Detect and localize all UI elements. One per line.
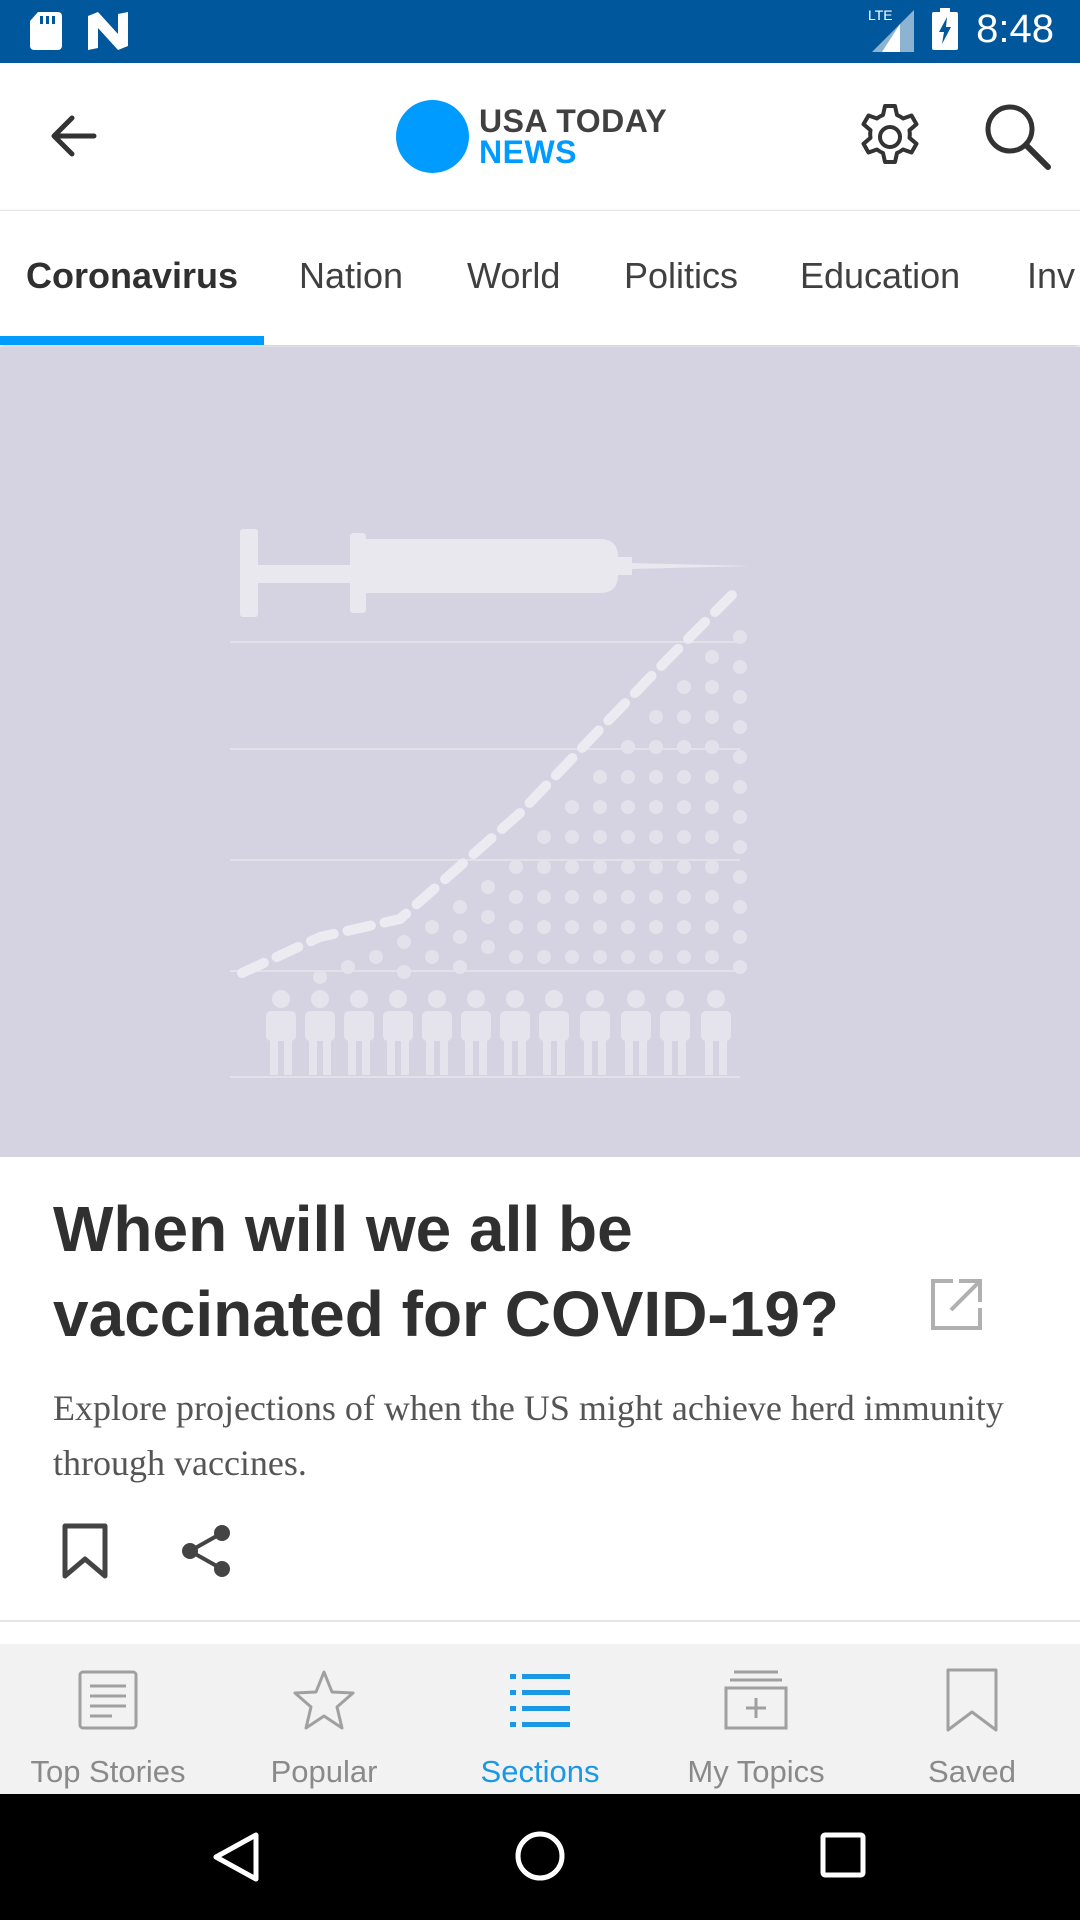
tab-world[interactable]: World bbox=[467, 211, 560, 345]
section-tabs: Coronavirus Nation World Politics Educat… bbox=[0, 210, 1080, 345]
list-icon bbox=[510, 1674, 570, 1727]
tab-education[interactable]: Education bbox=[800, 211, 960, 345]
tab-nation[interactable]: Nation bbox=[299, 211, 403, 345]
sd-card-icon bbox=[30, 12, 62, 50]
tab-label: Coronavirus bbox=[26, 255, 239, 296]
nav-top-stories[interactable]: Top Stories bbox=[0, 1644, 216, 1794]
system-navigation-bar bbox=[0, 1794, 1080, 1920]
bottom-navigation: Top Stories Popular Sections My Topics S… bbox=[0, 1644, 1080, 1794]
nav-my-topics[interactable]: My Topics bbox=[648, 1644, 864, 1794]
active-tab-indicator bbox=[0, 336, 265, 345]
article-card[interactable]: When will we all be vaccinated for COVID… bbox=[0, 1157, 1080, 1621]
nav-label: Saved bbox=[928, 1754, 1016, 1789]
tab-label: Politics bbox=[624, 255, 739, 296]
signal-lte-icon: LTE bbox=[868, 7, 915, 52]
n-notification-icon bbox=[88, 12, 128, 50]
tab-label: Inv bbox=[1027, 255, 1076, 296]
article-hero-image[interactable] bbox=[0, 347, 1080, 1157]
tab-label: Nation bbox=[299, 255, 404, 296]
logo-line1: USA TODAY bbox=[479, 102, 668, 139]
search-icon[interactable] bbox=[980, 99, 1052, 171]
topics-add-icon bbox=[724, 1670, 788, 1730]
battery-charging-icon bbox=[932, 8, 959, 50]
tab-label: Education bbox=[800, 255, 961, 296]
tab-coronavirus[interactable]: Coronavirus bbox=[0, 211, 265, 345]
logo-line2: NEWS bbox=[479, 133, 577, 170]
nav-label: Top Stories bbox=[30, 1754, 186, 1789]
tab-label: World bbox=[467, 255, 561, 296]
system-recents-icon[interactable] bbox=[820, 1832, 866, 1878]
newspaper-icon bbox=[78, 1670, 138, 1730]
tab-investigations[interactable]: Inv bbox=[1027, 211, 1075, 345]
system-home-icon[interactable] bbox=[514, 1830, 566, 1882]
settings-gear-icon[interactable] bbox=[855, 102, 925, 172]
share-icon[interactable] bbox=[178, 1523, 234, 1579]
status-bar: LTE 8:48 bbox=[0, 0, 1080, 63]
nav-label: My Topics bbox=[687, 1754, 825, 1789]
external-link-icon bbox=[931, 1279, 982, 1330]
system-back-icon[interactable] bbox=[212, 1831, 260, 1883]
nav-label: Sections bbox=[480, 1754, 600, 1789]
vaccine-chart-illustration bbox=[230, 529, 750, 1078]
lte-text: LTE bbox=[868, 7, 893, 23]
nav-saved[interactable]: Saved bbox=[864, 1644, 1080, 1794]
nav-popular[interactable]: Popular bbox=[216, 1644, 432, 1794]
star-icon bbox=[293, 1670, 355, 1730]
nav-label: Popular bbox=[270, 1754, 378, 1789]
app-logo: USA TODAY NEWS bbox=[396, 100, 667, 173]
clock: 8:48 bbox=[976, 6, 1054, 51]
card-divider bbox=[0, 1620, 1080, 1622]
bookmark-icon bbox=[946, 1668, 998, 1732]
logo-circle bbox=[396, 100, 469, 173]
article-headline[interactable]: When will we all be vaccinated for COVID… bbox=[53, 1187, 953, 1357]
back-arrow-icon[interactable] bbox=[42, 103, 108, 169]
tab-politics[interactable]: Politics bbox=[624, 211, 738, 345]
bookmark-icon[interactable] bbox=[60, 1523, 110, 1579]
nav-sections[interactable]: Sections bbox=[432, 1644, 648, 1794]
article-summary: Explore projections of when the US might… bbox=[53, 1388, 1004, 1483]
app-bar: USA TODAY NEWS bbox=[0, 63, 1080, 210]
